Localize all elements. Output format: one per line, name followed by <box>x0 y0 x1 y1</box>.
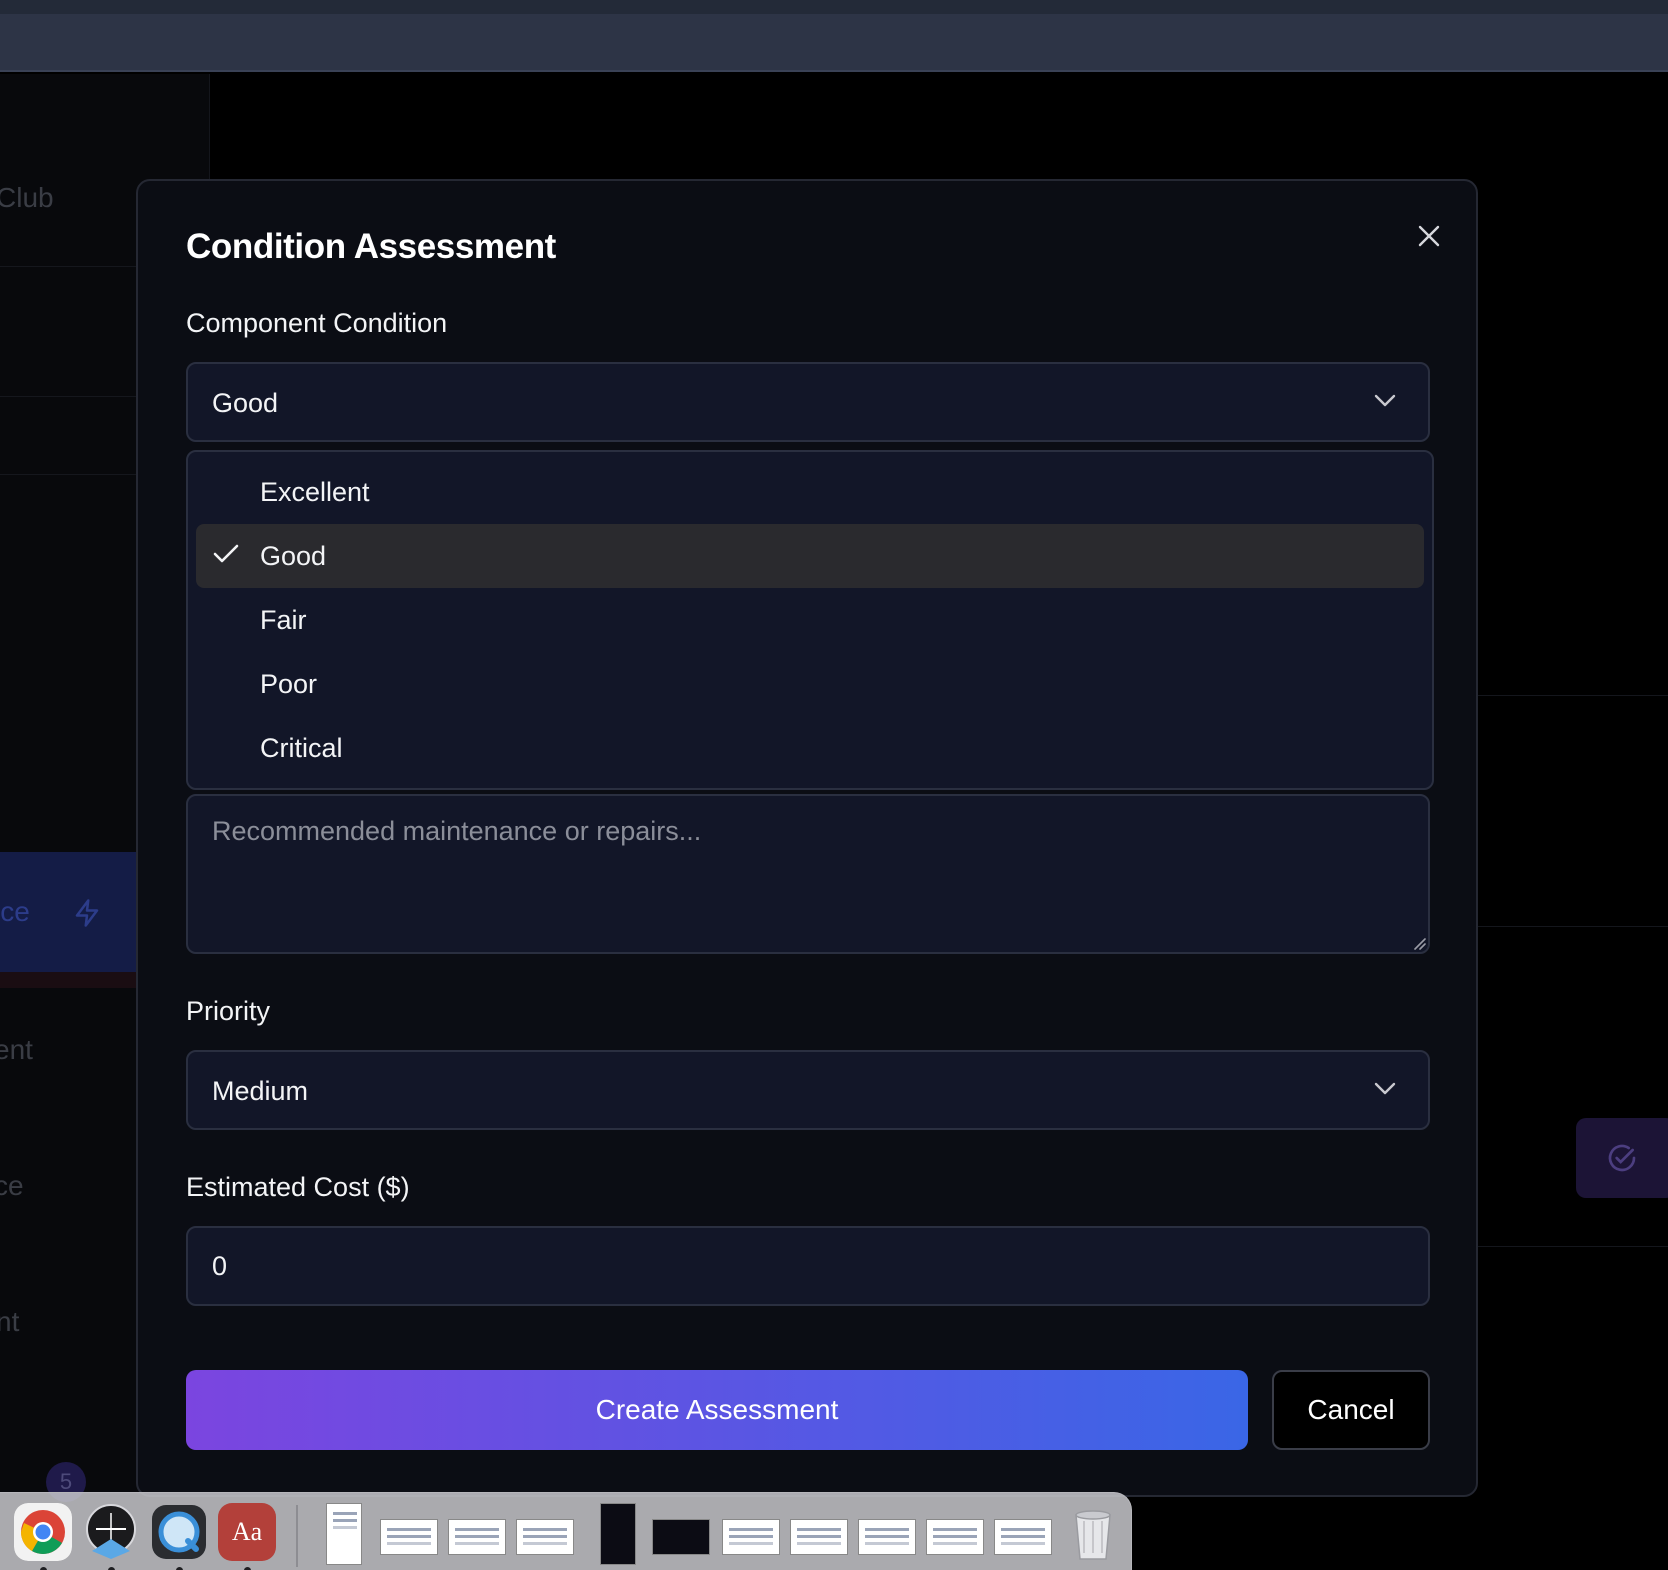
priority-label: Priority <box>186 996 271 1026</box>
background-right-panel <box>1472 695 1668 1395</box>
screen: Club ice ent ce nt 5 Condition Assessmen… <box>0 0 1668 1570</box>
lightning-icon <box>75 899 99 927</box>
component-condition-select[interactable]: Good <box>186 362 1430 442</box>
minimized-window-thumbnail[interactable] <box>790 1519 848 1555</box>
trash-icon[interactable] <box>1064 1503 1122 1561</box>
minimized-window-thumbnail[interactable] <box>380 1519 438 1555</box>
background-nav-accent <box>0 972 140 988</box>
option-critical[interactable]: Critical <box>196 716 1424 780</box>
estimated-cost-input[interactable] <box>186 1226 1430 1306</box>
minimized-window-thumbnail[interactable] <box>652 1519 710 1555</box>
quicktime-icon[interactable] <box>150 1503 208 1561</box>
minimized-window-thumbnail[interactable] <box>926 1519 984 1555</box>
background-confirm-button <box>1576 1118 1668 1198</box>
minimized-window-thumbnail[interactable] <box>516 1519 574 1555</box>
close-button[interactable] <box>1410 217 1448 255</box>
check-circle-icon <box>1608 1144 1636 1172</box>
condition-assessment-dialog: Condition Assessment Component Condition… <box>136 179 1478 1497</box>
dictionary-icon[interactable]: Aa <box>218 1503 276 1561</box>
option-label: Poor <box>260 669 318 699</box>
option-label: Excellent <box>260 477 370 507</box>
checkmark-icon <box>213 544 239 563</box>
minimized-window-thumbnail[interactable] <box>722 1519 780 1555</box>
option-fair[interactable]: Fair <box>196 588 1424 652</box>
recommendations-textarea[interactable] <box>186 794 1430 954</box>
option-good[interactable]: Good <box>196 524 1424 588</box>
resize-handle-icon[interactable] <box>1412 936 1426 950</box>
window-top-strip <box>0 0 1668 14</box>
chevron-down-icon <box>1374 394 1396 407</box>
create-assessment-button[interactable]: Create Assessment <box>186 1370 1248 1450</box>
option-label: Fair <box>260 605 307 635</box>
background-sidebar-text: Club <box>0 182 54 213</box>
option-label: Good <box>260 541 327 571</box>
option-poor[interactable]: Poor <box>196 652 1424 716</box>
minimized-window-thumbnail[interactable] <box>858 1519 916 1555</box>
priority-value: Medium <box>212 1076 309 1106</box>
estimated-cost-label: Estimated Cost ($) <box>186 1172 410 1202</box>
background-sidebar-text: ice <box>0 896 30 927</box>
close-icon <box>1418 225 1440 247</box>
minimized-window-thumbnail[interactable] <box>448 1519 506 1555</box>
priority-select[interactable]: Medium <box>186 1050 1430 1130</box>
chrome-icon[interactable] <box>14 1503 72 1561</box>
background-divider <box>1472 1246 1668 1247</box>
minimized-window-thumbnail[interactable] <box>994 1519 1052 1555</box>
condition-options-dropdown: Excellent Good Fair Poor Critical <box>186 450 1434 790</box>
option-excellent[interactable]: Excellent <box>196 460 1424 524</box>
background-sidebar-text: ce <box>0 1170 24 1201</box>
background-sidebar-text: ent <box>0 1034 33 1065</box>
chevron-down-icon <box>1374 1082 1396 1095</box>
cancel-button[interactable]: Cancel <box>1272 1370 1430 1450</box>
background-sidebar-text: nt <box>0 1306 20 1337</box>
minimized-window-thumbnail[interactable] <box>326 1503 362 1565</box>
component-condition-label: Component Condition <box>186 308 448 338</box>
dialog-title: Condition Assessment <box>186 227 556 266</box>
dock-separator <box>296 1505 298 1567</box>
option-label: Critical <box>260 733 343 763</box>
macos-dock: Aa <box>0 1492 1132 1570</box>
instruments-icon[interactable] <box>82 1503 140 1561</box>
component-condition-value: Good <box>212 388 279 418</box>
background-divider <box>1472 926 1668 927</box>
app-header-bar <box>0 14 1668 72</box>
minimized-window-thumbnail[interactable] <box>600 1503 636 1565</box>
